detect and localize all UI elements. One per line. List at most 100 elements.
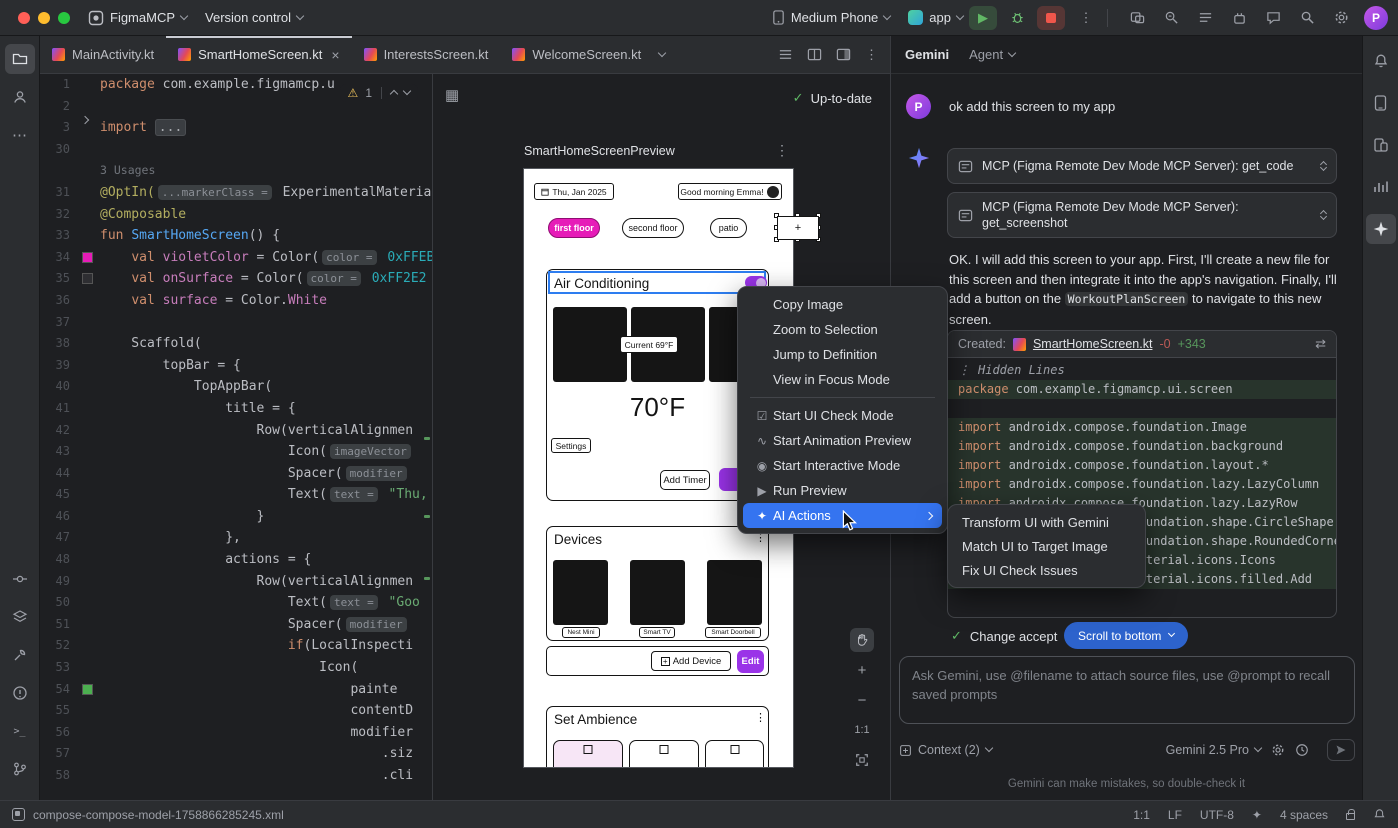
editor-more-icon[interactable]: ⋮ — [865, 47, 878, 63]
code-line[interactable]: 53 Icon( — [40, 657, 432, 679]
model-selector[interactable]: Gemini 2.5 Pro — [1166, 743, 1261, 757]
code-line[interactable]: 32@Composable — [40, 204, 432, 226]
status-file-name[interactable]: compose-compose-model-1758866285245.xml — [33, 808, 284, 822]
layout-icon[interactable] — [1124, 6, 1150, 30]
context-menu-item[interactable]: Zoom to Selection — [743, 317, 942, 342]
open-diff-icon[interactable]: ⇄ — [1315, 336, 1326, 352]
context-menu-item[interactable]: Copy Image — [743, 292, 942, 317]
code-line[interactable]: 41 title = { — [40, 398, 432, 420]
device-selector[interactable]: Medium Phone — [772, 10, 890, 25]
code-line[interactable]: 43 Icon(imageVector — [40, 441, 432, 463]
code-line[interactable]: 34 val violetColor = Color(color = 0xFFE… — [40, 247, 432, 269]
tab-mainactivity[interactable]: MainActivity.kt — [40, 36, 166, 73]
hidden-lines-row[interactable]: ⋮Hidden Lines — [948, 361, 1336, 380]
running-devices-button[interactable] — [1366, 88, 1396, 118]
zoom-out-button[interactable]: − — [850, 688, 874, 712]
code-line[interactable]: 55 contentD — [40, 700, 432, 722]
ambience-option[interactable] — [553, 740, 623, 767]
color-swatch[interactable] — [82, 684, 93, 695]
commit-tool-button[interactable] — [5, 564, 35, 594]
lock-icon[interactable] — [1346, 813, 1355, 820]
code-line[interactable]: 54 painte — [40, 679, 432, 701]
gemini-prompt-input[interactable]: Ask Gemini, use @filename to attach sour… — [899, 656, 1355, 724]
editor-list-icon[interactable] — [778, 47, 793, 62]
context-submenu-item[interactable]: Match UI to Target Image — [948, 534, 1145, 558]
gemini-toolwindow-button[interactable] — [1366, 214, 1396, 244]
build-tool-button[interactable] — [5, 640, 35, 670]
add-floor-tab-selected[interactable]: + — [777, 216, 819, 240]
code-line[interactable]: 31@OptIn(...markerClass = ExperimentalMa… — [40, 182, 432, 204]
context-menu-item[interactable]: ∿Start Animation Preview — [743, 428, 942, 453]
status-notifications-icon[interactable] — [1373, 808, 1386, 821]
ambience-option[interactable] — [629, 740, 699, 767]
prev-issue-icon[interactable] — [390, 90, 398, 98]
user-avatar[interactable]: P — [1364, 6, 1388, 30]
ai-status-icon[interactable]: ✦ — [1252, 808, 1262, 822]
code-line[interactable]: 3import ... — [40, 117, 432, 139]
zoom-reset-button[interactable]: 1:1 — [850, 718, 874, 742]
indent-setting[interactable]: 4 spaces — [1280, 808, 1328, 822]
terminal-tool-button[interactable]: >_ — [5, 716, 35, 746]
gallery-view-icon[interactable]: ▦ — [445, 86, 459, 104]
gemini-settings-icon[interactable] — [1271, 743, 1285, 757]
app-menu[interactable]: FigmaMCP — [88, 10, 187, 26]
code-line[interactable]: 45 Text(text = "Thu, — [40, 484, 432, 506]
run-configuration[interactable]: app — [908, 10, 963, 25]
tab-agent[interactable]: Agent — [969, 47, 1015, 62]
code-line[interactable]: 35 val onSurface = Color(color = 0xFF2E2 — [40, 268, 432, 290]
fold-icon[interactable] — [81, 116, 89, 124]
created-file-link[interactable]: SmartHomeScreen.kt — [1033, 337, 1152, 351]
color-swatch[interactable] — [82, 252, 93, 263]
hidden-tabs-dropdown[interactable] — [653, 36, 671, 73]
code-line[interactable]: 47 }, — [40, 527, 432, 549]
code-line[interactable]: 56 modifier — [40, 722, 432, 744]
color-swatch[interactable] — [82, 273, 93, 284]
tab-interestsscreen[interactable]: InterestsScreen.kt — [352, 36, 501, 73]
search-everywhere-icon[interactable] — [1294, 6, 1320, 30]
code-line[interactable]: 38 Scaffold( — [40, 333, 432, 355]
code-line[interactable]: 33fun SmartHomeScreen() { — [40, 225, 432, 247]
code-line[interactable]: 3 Usages — [40, 160, 432, 182]
expand-collapse-icon[interactable] — [1321, 161, 1326, 172]
send-button[interactable] — [1327, 739, 1355, 761]
run-button[interactable]: ▶ — [969, 6, 997, 30]
task-list-icon[interactable] — [1192, 6, 1218, 30]
context-menu-item[interactable]: Jump to Definition — [743, 342, 942, 367]
code-line[interactable]: 57 .siz — [40, 743, 432, 765]
file-encoding[interactable]: UTF-8 — [1200, 808, 1234, 822]
code-line[interactable]: 58 .cli — [40, 765, 432, 787]
resource-manager-tool-button[interactable] — [5, 82, 35, 112]
stop-button[interactable] — [1037, 6, 1065, 30]
preview-layout-icon[interactable] — [836, 47, 851, 62]
tab-gemini[interactable]: Gemini — [905, 47, 949, 62]
next-issue-icon[interactable] — [403, 87, 411, 95]
code-line[interactable]: 50 Text(text = "Goo — [40, 592, 432, 614]
add-timer-button[interactable]: Add Timer — [660, 470, 710, 490]
scroll-to-bottom-button[interactable]: Scroll to bottom — [1064, 622, 1188, 649]
close-tab-icon[interactable]: × — [331, 47, 339, 63]
preview-options-icon[interactable]: ⋮ — [775, 142, 789, 159]
zoom-to-fit-button[interactable] — [850, 748, 874, 772]
code-line[interactable]: 49 Row(verticalAlignmen — [40, 571, 432, 593]
context-submenu-item[interactable]: Transform UI with Gemini — [948, 510, 1145, 534]
minimize-window-button[interactable] — [38, 12, 50, 24]
run-more-options-button[interactable]: ⋮ — [1073, 6, 1099, 30]
vcs-menu[interactable]: Version control — [205, 10, 303, 25]
code-line[interactable]: 51 Spacer(modifier — [40, 614, 432, 636]
version-control-tool-button[interactable] — [5, 754, 35, 784]
device-manager-button[interactable] — [1366, 130, 1396, 160]
close-window-button[interactable] — [18, 12, 30, 24]
preview-title[interactable]: SmartHomeScreenPreview — [524, 144, 675, 158]
ambience-menu-icon[interactable]: ⋮ — [755, 711, 766, 724]
maximize-window-button[interactable] — [58, 12, 70, 24]
ambience-option[interactable] — [705, 740, 764, 767]
feedback-icon[interactable] — [1260, 6, 1286, 30]
plugins-icon[interactable] — [1226, 6, 1252, 30]
find-icon[interactable] — [1158, 6, 1184, 30]
code-editor[interactable]: 1package com.example.figmamcp.u23import … — [40, 74, 432, 800]
project-tool-button[interactable] — [5, 44, 35, 74]
code-line[interactable]: 46 } — [40, 506, 432, 528]
history-icon[interactable] — [1295, 743, 1309, 757]
expand-collapse-icon[interactable] — [1321, 210, 1326, 221]
notifications-button[interactable] — [1366, 46, 1396, 76]
